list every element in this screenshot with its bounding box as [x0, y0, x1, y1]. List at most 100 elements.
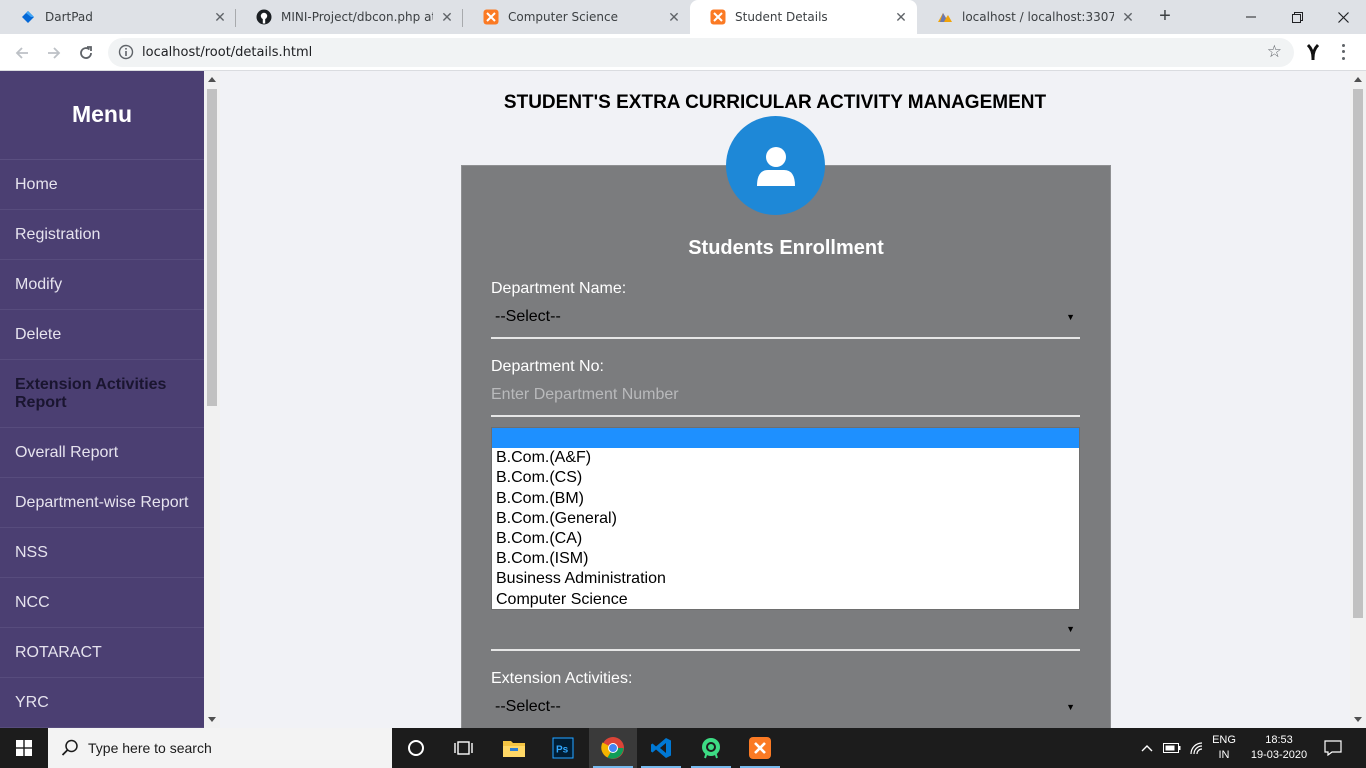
xampp-icon[interactable]	[736, 728, 784, 768]
dropdown-option[interactable]: B.Com.(CS)	[492, 468, 1079, 488]
tab-title: localhost / localhost:3307 / mini	[962, 10, 1114, 24]
sidebar-item-delete[interactable]: Delete	[0, 310, 204, 360]
language-code: ENG	[1212, 734, 1236, 746]
tab-github[interactable]: MINI-Project/dbcon.php at master ✕	[236, 0, 463, 34]
clock-time: 18:53	[1265, 734, 1293, 746]
tab-phpmyadmin[interactable]: localhost / localhost:3307 / mini ✕	[917, 0, 1144, 34]
bookmark-star-icon[interactable]: ☆	[1267, 43, 1282, 60]
dropdown-option[interactable]: Computer Science	[492, 590, 1079, 610]
tab-title: Computer Science	[508, 10, 618, 24]
field-underline	[491, 415, 1080, 417]
close-icon[interactable]: ✕	[893, 9, 909, 25]
url-text: localhost/root/details.html	[142, 45, 313, 60]
file-explorer-icon[interactable]	[490, 728, 538, 768]
language-indicator[interactable]: ENG IN	[1206, 733, 1242, 763]
back-arrow-icon[interactable]	[10, 41, 34, 65]
dropdown-option[interactable]: B.Com.(General)	[492, 509, 1079, 529]
select-value: --Select--	[495, 308, 561, 325]
sidebar: Menu Home Registration Modify Delete Ext…	[0, 71, 204, 728]
hidden-select[interactable]: ▼	[491, 614, 1080, 644]
tab-computer-science[interactable]: Computer Science ✕	[463, 0, 690, 34]
sidebar-item-extension-activities-report[interactable]: Extension Activities Report	[0, 360, 204, 428]
department-name-select[interactable]: --Select-- ▼	[491, 302, 1080, 332]
sidebar-item-ncc[interactable]: NCC	[0, 578, 204, 628]
address-bar[interactable]: localhost/root/details.html ☆	[108, 38, 1294, 67]
sidebar-item-modify[interactable]: Modify	[0, 260, 204, 310]
scroll-down-arrow-icon[interactable]	[208, 717, 216, 722]
browser-toolbar: localhost/root/details.html ☆	[0, 34, 1366, 71]
scroll-up-arrow-icon[interactable]	[1354, 77, 1362, 82]
close-icon[interactable]: ✕	[1120, 9, 1136, 25]
svg-text:Ps: Ps	[556, 745, 569, 756]
windows-start-icon[interactable]	[0, 728, 48, 768]
page-scrollbar[interactable]	[1350, 71, 1366, 728]
sidebar-item-home[interactable]: Home	[0, 160, 204, 210]
sidebar-item-yrc[interactable]: YRC	[0, 678, 204, 728]
battery-icon[interactable]	[1160, 728, 1184, 768]
minimize-button[interactable]	[1228, 0, 1274, 34]
department-no-input[interactable]: Enter Department Number	[491, 380, 1080, 410]
forward-arrow-icon[interactable]	[42, 41, 66, 65]
scrollbar-thumb[interactable]	[207, 89, 217, 406]
select-value: --Select--	[495, 698, 561, 715]
sidebar-scrollbar[interactable]	[204, 71, 220, 728]
dropdown-option[interactable]: B.Com.(A&F)	[492, 448, 1079, 468]
chevron-up-icon[interactable]	[1136, 728, 1158, 768]
extension-activities-select[interactable]: --Select-- ▼	[491, 692, 1080, 722]
reload-icon[interactable]	[74, 41, 98, 65]
restore-button[interactable]	[1274, 0, 1320, 34]
sidebar-item-nss[interactable]: NSS	[0, 528, 204, 578]
tab-title: DartPad	[45, 10, 93, 24]
dropdown-arrow-icon: ▼	[1066, 312, 1075, 322]
sidebar-item-rotaract[interactable]: ROTARACT	[0, 628, 204, 678]
xampp-icon	[483, 9, 499, 25]
notifications-icon[interactable]	[1318, 728, 1348, 768]
dropdown-arrow-icon: ▼	[1066, 702, 1075, 712]
close-window-button[interactable]	[1320, 0, 1366, 34]
dropdown-option[interactable]: B.Com.(BM)	[492, 489, 1079, 509]
close-icon[interactable]: ✕	[212, 9, 228, 25]
user-avatar-icon	[726, 116, 825, 215]
close-icon[interactable]: ✕	[666, 9, 682, 25]
region-code: IN	[1218, 749, 1230, 761]
cortana-icon[interactable]	[392, 728, 440, 768]
search-icon	[60, 738, 80, 758]
clock-date: 19-03-2020	[1250, 749, 1308, 761]
extension-activities-label: Extension Activities:	[491, 670, 633, 687]
tab-dartpad[interactable]: DartPad ✕	[0, 0, 236, 34]
new-tab-button[interactable]: +	[1154, 6, 1176, 28]
dropdown-option[interactable]: Business Administration	[492, 569, 1079, 589]
task-view-icon[interactable]	[440, 728, 488, 768]
github-icon	[256, 9, 272, 25]
dropdown-option[interactable]: B.Com.(CA)	[492, 529, 1079, 549]
dropdown-option[interactable]	[492, 428, 1079, 449]
department-dropdown-list: B.Com.(A&F) B.Com.(CS) B.Com.(BM) B.Com.…	[491, 427, 1080, 610]
clock[interactable]: 18:53 19-03-2020	[1248, 733, 1310, 763]
dropdown-arrow-icon: ▼	[1066, 624, 1075, 634]
profile-avatar-icon[interactable]	[1302, 41, 1324, 63]
xampp-icon	[710, 9, 726, 25]
info-icon[interactable]	[118, 44, 134, 60]
scroll-up-arrow-icon[interactable]	[208, 77, 216, 82]
page-viewport: Menu Home Registration Modify Delete Ext…	[0, 71, 1350, 728]
close-icon[interactable]: ✕	[439, 9, 455, 25]
browser-menu-icon[interactable]	[1338, 42, 1348, 62]
tab-student-details[interactable]: Student Details ✕	[690, 0, 917, 34]
sidebar-item-department-wise-report[interactable]: Department-wise Report	[0, 478, 204, 528]
sidebar-item-overall-report[interactable]: Overall Report	[0, 428, 204, 478]
sidebar-item-registration[interactable]: Registration	[0, 210, 204, 260]
card-title: Students Enrollment	[688, 237, 884, 259]
tab-title: MINI-Project/dbcon.php at master	[281, 10, 433, 24]
search-placeholder: Type here to search	[88, 740, 212, 756]
taskbar-search-box[interactable]: Type here to search	[48, 728, 392, 768]
page-title: STUDENT'S EXTRA CURRICULAR ACTIVITY MANA…	[503, 92, 1047, 113]
scroll-down-arrow-icon[interactable]	[1354, 717, 1362, 722]
dropdown-option[interactable]: B.Com.(ISM)	[492, 549, 1079, 569]
field-underline	[491, 337, 1080, 339]
vscode-icon[interactable]	[637, 728, 685, 768]
photoshop-icon[interactable]: Ps	[539, 728, 587, 768]
android-studio-icon[interactable]	[687, 728, 735, 768]
tab-title: Student Details	[735, 10, 828, 24]
chrome-icon[interactable]	[589, 728, 637, 768]
scrollbar-thumb[interactable]	[1353, 89, 1363, 618]
